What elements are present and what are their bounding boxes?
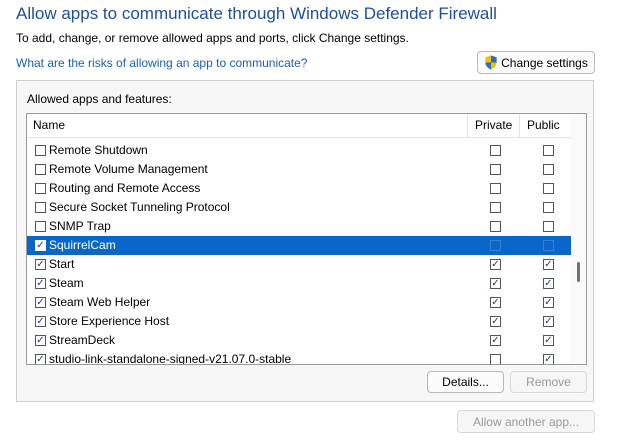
table-row[interactable]: Secure Socket Tunneling Protocol: [27, 198, 571, 217]
public-checkbox[interactable]: ✓: [543, 335, 554, 346]
app-name: Start: [49, 257, 75, 271]
enabled-checkbox[interactable]: [35, 221, 46, 232]
private-checkbox[interactable]: ✓: [490, 335, 501, 346]
enabled-checkbox[interactable]: [35, 183, 46, 194]
enabled-checkbox[interactable]: [35, 164, 46, 175]
public-checkbox[interactable]: [543, 164, 554, 175]
table-row[interactable]: ✓ Start ✓ ✓: [27, 255, 571, 274]
column-header-private[interactable]: Private: [475, 118, 512, 132]
enabled-checkbox[interactable]: ✓: [35, 335, 46, 346]
private-checkbox[interactable]: [490, 202, 501, 213]
app-name: Remote Shutdown: [49, 143, 148, 157]
table-row[interactable]: SNMP Trap: [27, 217, 571, 236]
table-row[interactable]: ✓ Store Experience Host ✓ ✓: [27, 312, 571, 331]
private-checkbox[interactable]: [490, 354, 501, 364]
app-name: Remote Volume Management: [49, 162, 208, 176]
table-row[interactable]: ✓ SquirrelCam: [27, 236, 571, 255]
app-name: Store Experience Host: [49, 314, 170, 328]
change-settings-button[interactable]: Change settings: [477, 51, 595, 74]
change-settings-label: Change settings: [501, 55, 588, 70]
remove-button[interactable]: Remove: [510, 371, 587, 393]
app-name: Steam Web Helper: [49, 295, 151, 309]
list-scrollbar[interactable]: [571, 114, 586, 364]
enabled-checkbox[interactable]: ✓: [35, 259, 46, 270]
private-checkbox[interactable]: ✓: [490, 316, 501, 327]
private-checkbox[interactable]: [490, 221, 501, 232]
public-checkbox[interactable]: [543, 145, 554, 156]
page-subtitle: To add, change, or remove allowed apps a…: [16, 31, 409, 45]
table-row[interactable]: ✓ studio-link-standalone-signed-v21.07.0-…: [27, 350, 571, 365]
enabled-checkbox[interactable]: ✓: [35, 297, 46, 308]
page-title: Allow apps to communicate through Window…: [16, 4, 497, 23]
public-checkbox[interactable]: [543, 240, 554, 251]
public-checkbox[interactable]: [543, 221, 554, 232]
private-checkbox[interactable]: [490, 145, 501, 156]
app-name: SNMP Trap: [49, 219, 111, 233]
public-checkbox[interactable]: ✓: [543, 259, 554, 270]
private-checkbox[interactable]: [490, 240, 501, 251]
table-row[interactable]: Remote Shutdown: [27, 141, 571, 160]
private-checkbox[interactable]: ✓: [490, 259, 501, 270]
column-header-name[interactable]: Name: [33, 118, 65, 132]
details-button[interactable]: Details...: [427, 371, 504, 393]
app-name: SquirrelCam: [49, 238, 116, 252]
private-checkbox[interactable]: ✓: [490, 278, 501, 289]
public-checkbox[interactable]: [543, 202, 554, 213]
uac-shield-icon: [485, 55, 497, 70]
allowed-apps-group: Allowed apps and features: Name Private …: [16, 80, 594, 402]
app-name: Secure Socket Tunneling Protocol: [49, 200, 230, 214]
public-checkbox[interactable]: ✓: [543, 278, 554, 289]
public-checkbox[interactable]: [543, 183, 554, 194]
risks-link[interactable]: What are the risks of allowing an app to…: [16, 56, 307, 70]
enabled-checkbox[interactable]: [35, 202, 46, 213]
scrollbar-thumb[interactable]: [577, 262, 580, 282]
app-name: StreamDeck: [49, 333, 116, 347]
table-row[interactable]: ✓ Steam ✓ ✓: [27, 274, 571, 293]
allowed-apps-label: Allowed apps and features:: [27, 92, 172, 106]
public-checkbox[interactable]: ✓: [543, 354, 554, 364]
private-checkbox[interactable]: ✓: [490, 297, 501, 308]
enabled-checkbox[interactable]: [35, 145, 46, 156]
column-header-public[interactable]: Public: [527, 118, 560, 132]
enabled-checkbox[interactable]: ✓: [35, 240, 46, 251]
table-row[interactable]: Routing and Remote Access: [27, 179, 571, 198]
table-row[interactable]: ✓ Steam Web Helper ✓ ✓: [27, 293, 571, 312]
enabled-checkbox[interactable]: ✓: [35, 316, 46, 327]
private-checkbox[interactable]: [490, 164, 501, 175]
allow-another-app-button[interactable]: Allow another app...: [457, 410, 595, 433]
enabled-checkbox[interactable]: ✓: [35, 354, 46, 364]
list-header: Name Private Public: [27, 114, 571, 138]
public-checkbox[interactable]: ✓: [543, 316, 554, 327]
public-checkbox[interactable]: ✓: [543, 297, 554, 308]
app-name: Routing and Remote Access: [49, 181, 201, 195]
app-name: Steam: [49, 276, 84, 290]
table-row[interactable]: Remote Volume Management: [27, 160, 571, 179]
private-checkbox[interactable]: [490, 183, 501, 194]
app-name: studio-link-standalone-signed-v21.07.0-s…: [49, 352, 292, 365]
allowed-apps-list[interactable]: Name Private Public Remote Shutdown Remot…: [26, 113, 587, 365]
enabled-checkbox[interactable]: ✓: [35, 278, 46, 289]
table-row[interactable]: ✓ StreamDeck ✓ ✓: [27, 331, 571, 350]
